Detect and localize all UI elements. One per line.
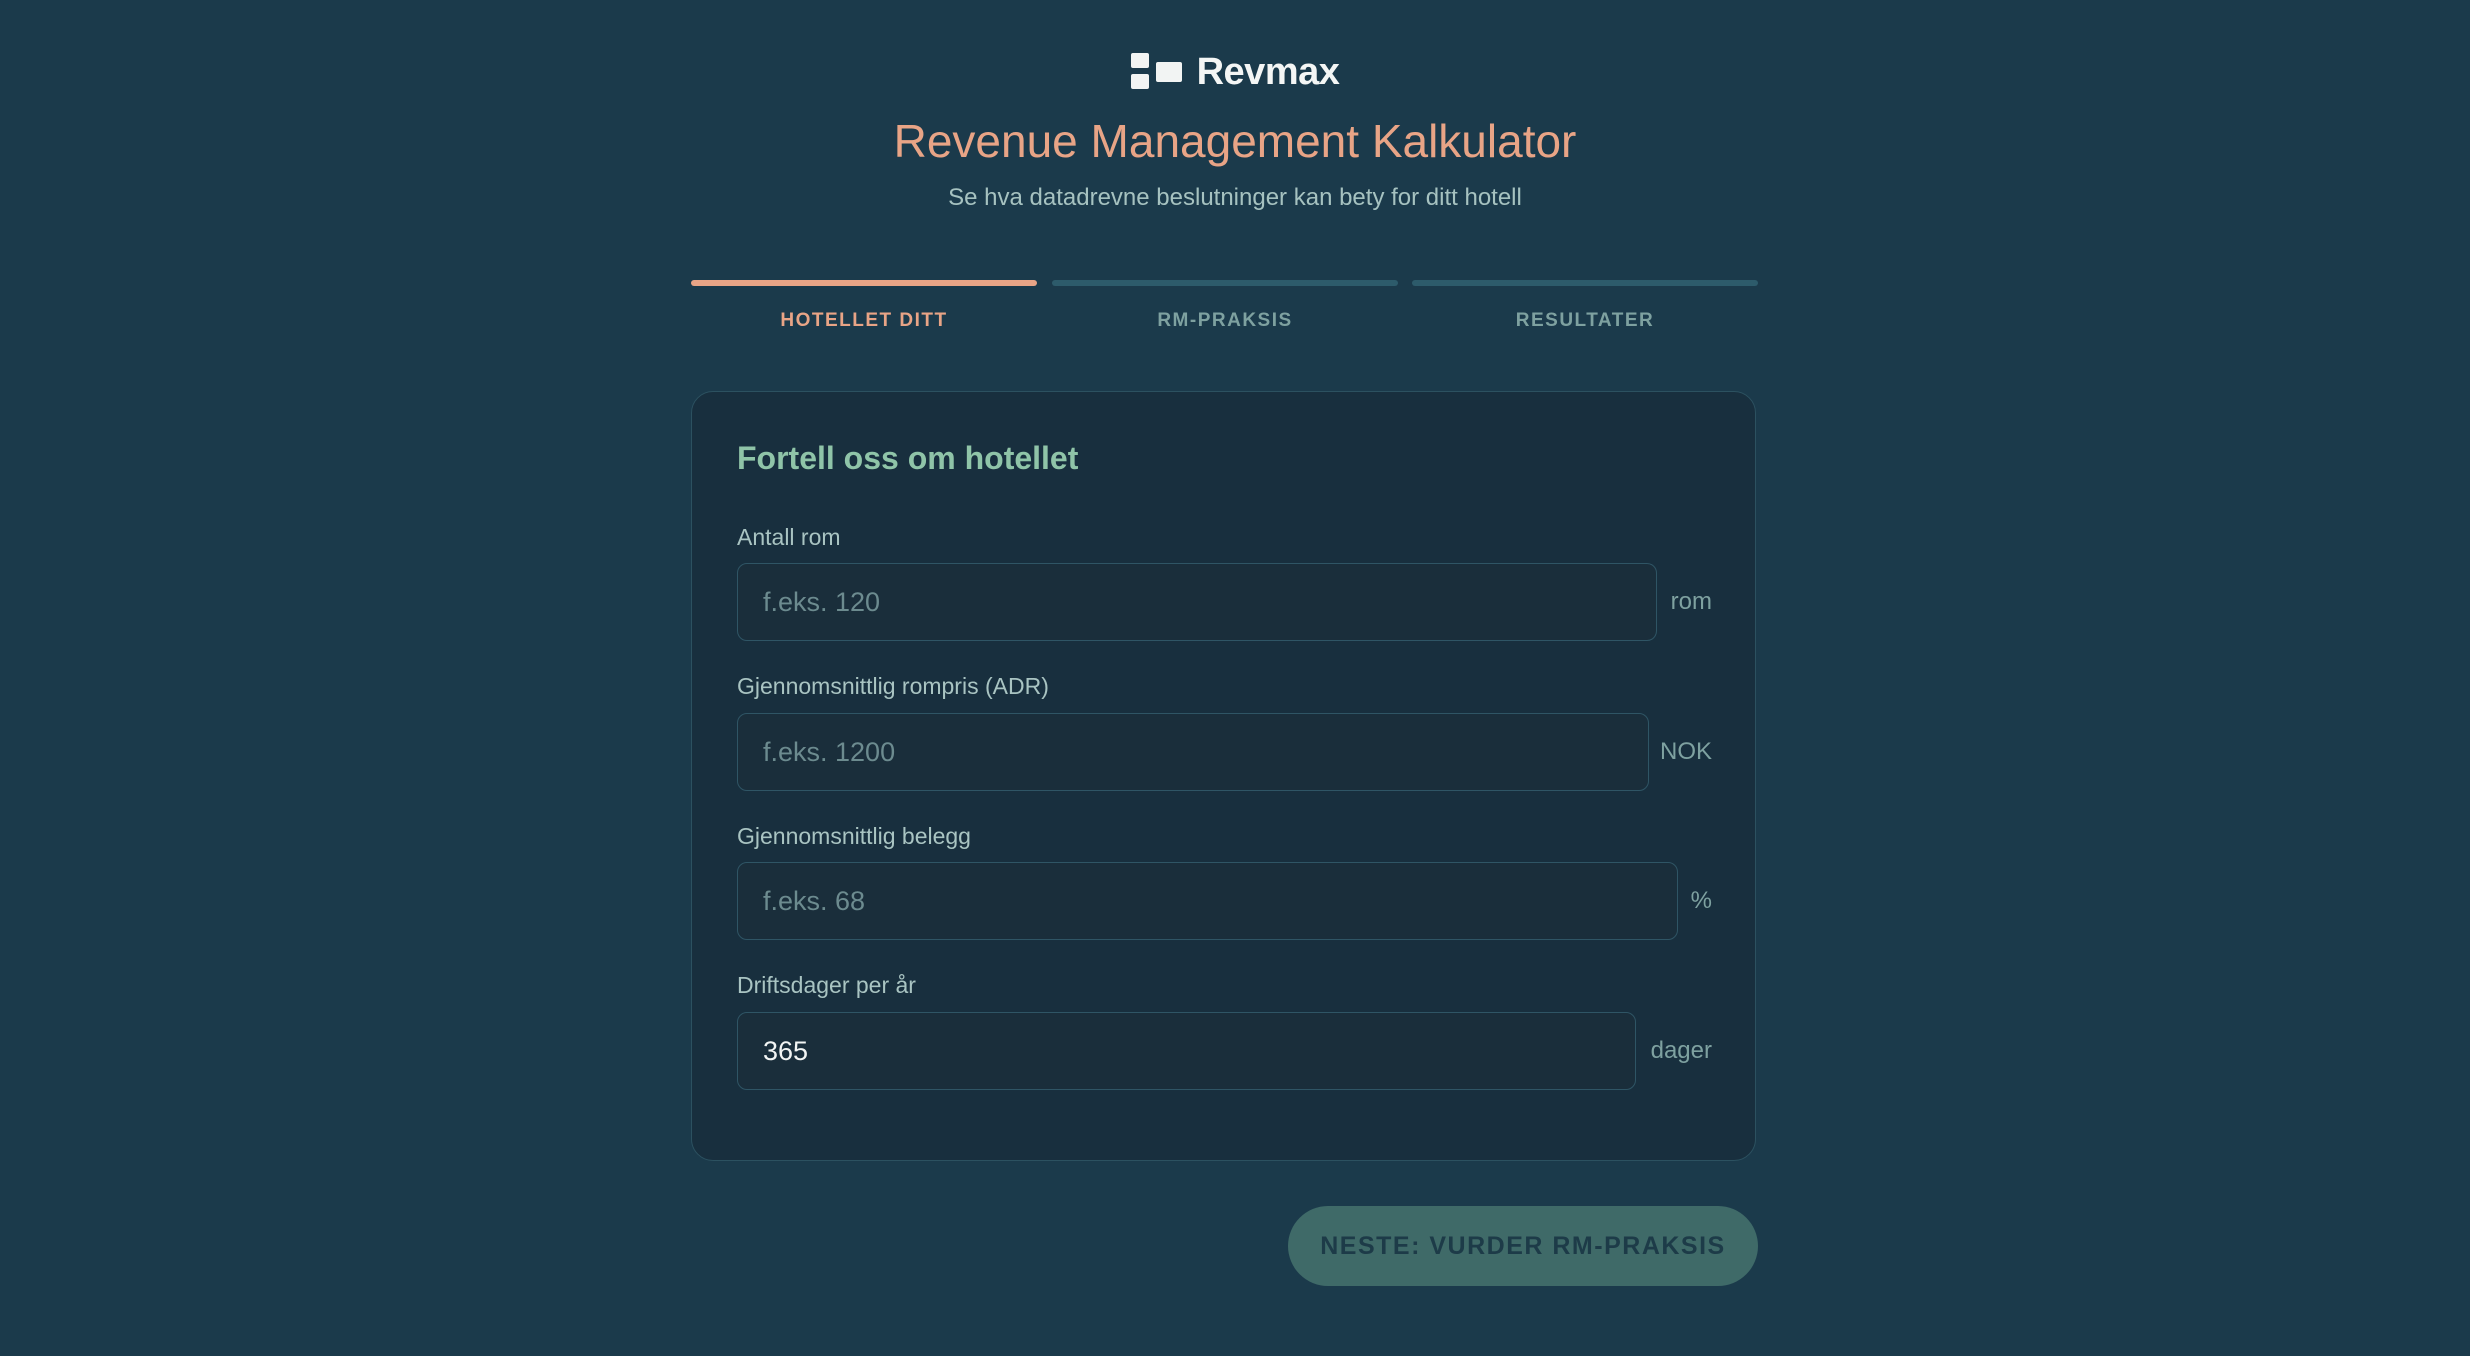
- step-label: RM-PRAKSIS: [1157, 310, 1293, 331]
- progress-steps: HOTELLET DITT RM-PRAKSIS RESULTATER: [691, 280, 1758, 340]
- rooms-label: Antall rom: [737, 524, 841, 550]
- page-subtitle: Se hva datadrevne beslutninger kan bety …: [948, 184, 1522, 211]
- adr-label: Gjennomsnittlig rompris (ADR): [737, 673, 1049, 699]
- logo-mark-icon: [1130, 53, 1183, 91]
- occupancy-unit: %: [1690, 887, 1712, 914]
- operating-days-input[interactable]: [737, 1012, 1636, 1090]
- operating-days-label: Driftsdager per år: [737, 972, 916, 998]
- step-label: HOTELLET DITT: [780, 310, 948, 331]
- operating-days-unit: dager: [1650, 1037, 1712, 1064]
- rooms-unit: rom: [1670, 588, 1712, 615]
- rooms-input[interactable]: [737, 563, 1657, 641]
- step-hotellet-ditt: HOTELLET DITT: [691, 280, 1037, 332]
- step-progress-bar: [1052, 280, 1398, 286]
- brand-name: Revmax: [1196, 50, 1340, 93]
- occupancy-input[interactable]: [737, 862, 1678, 940]
- step-progress-bar: [1412, 280, 1758, 286]
- adr-unit: NOK: [1659, 738, 1712, 765]
- step-label: RESULTATER: [1515, 310, 1655, 331]
- brand-logo: Revmax: [0, 50, 2470, 94]
- form-title: Fortell oss om hotellet: [737, 440, 1079, 476]
- step-progress-bar: [691, 280, 1037, 286]
- occupancy-label: Gjennomsnittlig belegg: [737, 823, 971, 849]
- adr-input[interactable]: [737, 713, 1649, 791]
- step-rm-praksis: RM-PRAKSIS: [1052, 280, 1398, 332]
- hotel-form-card: Fortell oss om hotellet Antall rom rom G…: [691, 391, 1756, 1161]
- step-resultater: RESULTATER: [1412, 280, 1758, 332]
- page-title: Revenue Management Kalkulator: [893, 115, 1577, 167]
- next-button[interactable]: NESTE: VURDER RM-PRAKSIS: [1288, 1206, 1758, 1286]
